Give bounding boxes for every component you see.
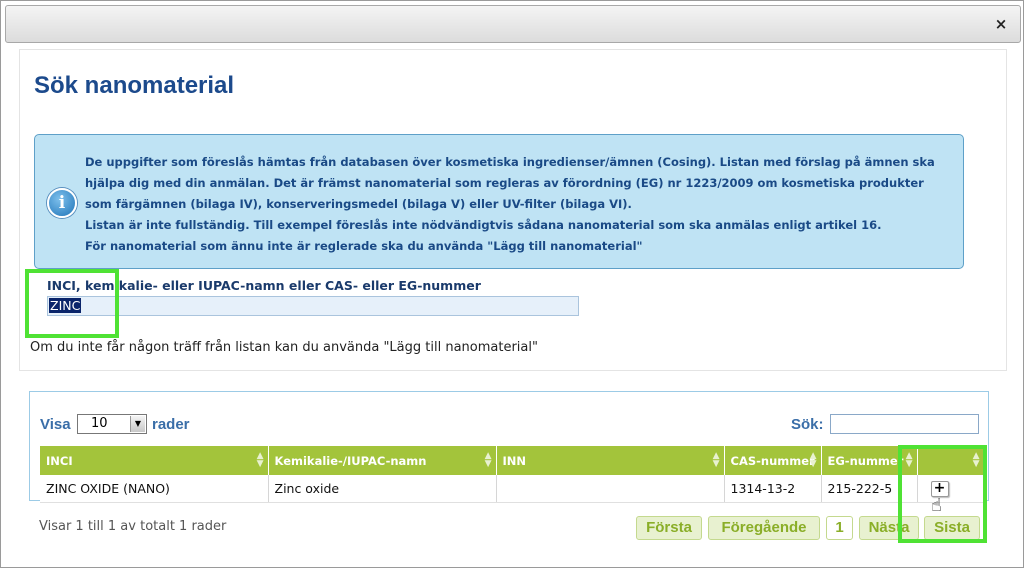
info-line: Listan är inte fullständig. Till exempel… <box>85 218 882 232</box>
cell-eg: 215-222-5 <box>821 475 918 503</box>
add-nanomaterial-hint: Om du inte får någon träff från listan k… <box>30 340 538 355</box>
info-line: För nanomaterial som ännu inte är regler… <box>85 239 643 253</box>
info-line: De uppgifter som föreslås hämtas från da… <box>85 155 935 169</box>
column-header-eg[interactable]: EG-nummer ▲ ▼ <box>821 446 918 475</box>
sort-icon: ▲ ▼ <box>905 451 913 469</box>
info-icon: i <box>47 188 77 218</box>
info-line: hjälpa dig med din anmälan. Det är främs… <box>85 176 924 190</box>
pager-first-button[interactable]: Första <box>636 516 702 540</box>
search-label: INCI, kemikalie- eller IUPAC-namn eller … <box>47 278 481 293</box>
rows-label: rader <box>152 416 190 433</box>
column-header-iupac[interactable]: Kemikalie-/IUPAC-namn ▲ ▼ <box>268 446 497 475</box>
rows-per-page-select[interactable]: 10 ▼ <box>77 414 147 434</box>
column-header-inci[interactable]: INCI ▲ ▼ <box>40 446 269 475</box>
results-grid-panel: Visa 10 ▼ rader Sök: INCI ▲ ▼ Kemikalie-/I… <box>29 391 989 503</box>
cell-inn <box>496 475 725 503</box>
sort-icon: ▲ ▼ <box>972 451 980 469</box>
dialog-window: × Sök nanomaterial i De uppgifter som fö… <box>0 0 1024 568</box>
info-text: De uppgifter som föreslås hämtas från da… <box>85 152 955 257</box>
close-icon[interactable]: × <box>992 15 1010 33</box>
chevron-down-icon[interactable]: ▼ <box>130 416 145 432</box>
cell-iupac: Zinc oxide <box>268 475 497 503</box>
sort-icon: ▲ ▼ <box>484 451 492 469</box>
filter-input[interactable] <box>830 414 979 434</box>
pager-last-button[interactable]: Sista <box>924 516 980 540</box>
cell-inci: ZINC OXIDE (NANO) <box>40 475 269 503</box>
table-info: Visar 1 till 1 av totalt 1 rader <box>39 519 227 534</box>
sort-icon: ▲ ▼ <box>256 451 264 469</box>
info-line: som färgämnen (bilaga IV), konserverings… <box>85 197 632 211</box>
column-header-cas[interactable]: CAS-nummer ▲ ▼ <box>724 446 822 475</box>
add-row-button[interactable]: + <box>930 480 949 497</box>
info-box: i De uppgifter som föreslås hämtas från … <box>34 134 964 269</box>
column-header-action[interactable]: ▲ ▼ <box>917 446 985 475</box>
pager-previous-button[interactable]: Föregående <box>708 516 820 540</box>
sort-icon: ▲ ▼ <box>809 451 817 469</box>
search-input[interactable]: ZINC <box>47 296 579 316</box>
length-label: Visa <box>40 416 71 433</box>
column-header-inn[interactable]: INN ▲ ▼ <box>496 446 725 475</box>
table-row: ZINC OXIDE (NANO) Zinc oxide 1314-13-2 2… <box>40 475 985 503</box>
dialog-titlebar: × <box>5 5 1021 43</box>
pager-page-button[interactable]: 1 <box>826 516 853 540</box>
sort-icon: ▲ ▼ <box>712 451 720 469</box>
results-table: INCI ▲ ▼ Kemikalie-/IUPAC-namn ▲ ▼ INN ▲ ▼ CAS… <box>40 446 985 503</box>
page-title: Sök nanomaterial <box>34 72 235 99</box>
cell-cas: 1314-13-2 <box>724 475 822 503</box>
rows-per-page-value: 10 <box>91 416 108 431</box>
pager-next-button[interactable]: Nästa <box>859 516 919 540</box>
table-header-row: INCI ▲ ▼ Kemikalie-/IUPAC-namn ▲ ▼ INN ▲ ▼ CAS… <box>40 446 985 475</box>
cell-action: + <box>917 475 985 503</box>
filter-label: Sök: <box>791 416 824 433</box>
search-input-value: ZINC <box>49 298 82 313</box>
search-panel: Sök nanomaterial i De uppgifter som före… <box>19 49 1007 371</box>
